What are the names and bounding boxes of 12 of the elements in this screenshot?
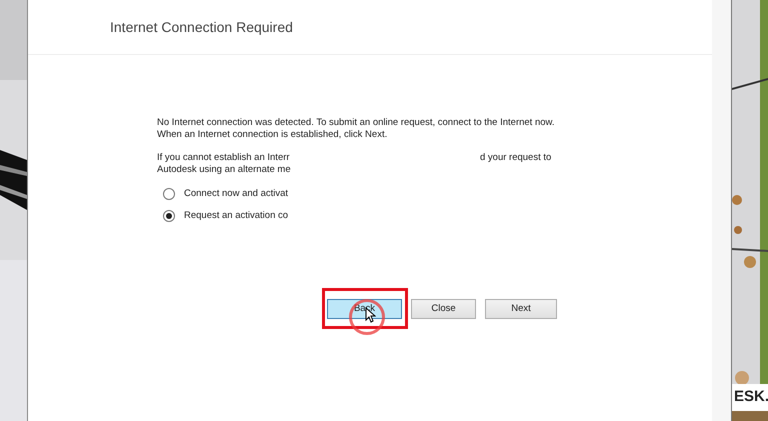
radio-button[interactable] (163, 188, 175, 200)
text-fragment: Autodesk using an alternate me (157, 164, 292, 176)
next-button[interactable]: Next (485, 299, 557, 319)
radio-button[interactable] (163, 210, 175, 222)
message-text: No Internet connection was detected. To submit an online request, connect to the Internet now. When an Internet connection is established, click Next. (157, 117, 556, 141)
text-fragment: d your request to (480, 152, 552, 164)
option-label[interactable]: Connect now and activat (184, 188, 288, 200)
dialog-title: Internet Connection Required (110, 18, 293, 37)
option-label[interactable]: Request an activation co (184, 210, 288, 222)
text-fragment: If you cannot establish an Interr (157, 152, 291, 164)
close-button[interactable]: Close (411, 299, 476, 319)
logo-text: ESK. (732, 384, 768, 411)
